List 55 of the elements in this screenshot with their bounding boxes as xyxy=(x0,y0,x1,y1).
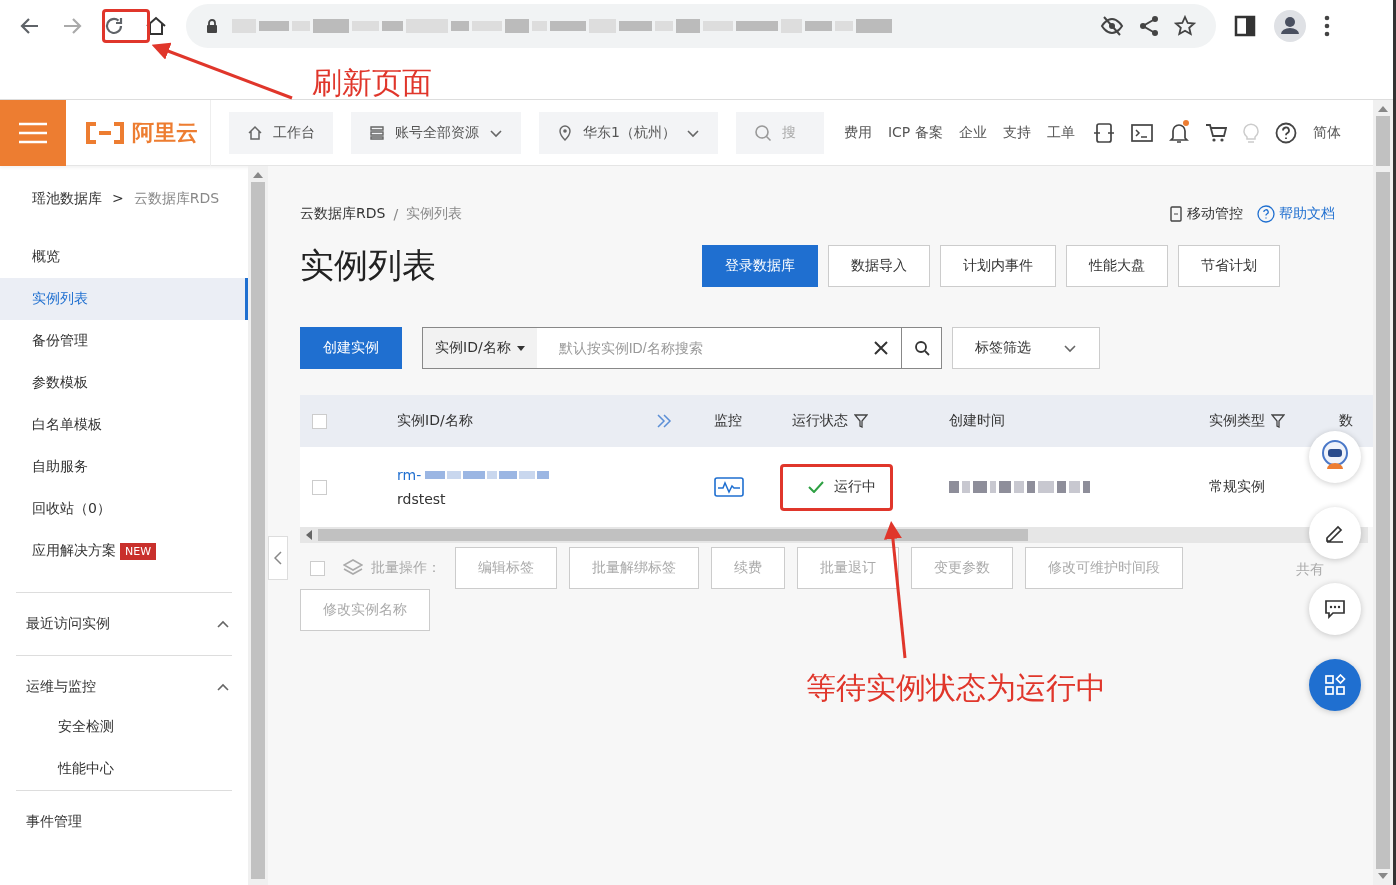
sidebar-item[interactable]: 白名单模板 xyxy=(0,404,248,446)
instance-id-link[interactable]: rm- xyxy=(397,467,550,483)
header-link[interactable]: 费用 xyxy=(843,123,872,142)
total-count: 共有 xyxy=(1296,561,1324,579)
tag-filter-dropdown[interactable]: 标签筛选 xyxy=(952,327,1100,369)
top-link[interactable]: 帮助文档 xyxy=(1257,205,1335,223)
action-button[interactable]: 节省计划 xyxy=(1178,245,1280,287)
breadcrumb-link[interactable]: 瑶池数据库 xyxy=(32,190,102,208)
column-header: 数 xyxy=(1338,412,1354,430)
nav-menu[interactable]: 账号全部资源 xyxy=(351,111,521,154)
breadcrumb-link[interactable]: 云数据库RDS xyxy=(133,190,220,208)
annotation-text: 等待实例状态为运行中 xyxy=(806,669,1106,707)
top-link[interactable]: 移动管控 xyxy=(1169,205,1243,223)
new-badge: NEW xyxy=(120,542,157,560)
search-scope-dropdown[interactable]: 实例ID/名称 xyxy=(423,328,537,368)
sidebar-item[interactable]: 回收站（0） xyxy=(0,488,248,530)
nav-menu[interactable]: 华东1（杭州） xyxy=(539,111,718,154)
instance-name: rdstest xyxy=(397,491,446,507)
sidebar-item[interactable]: 概览 xyxy=(0,236,248,278)
sidebar-item[interactable]: 参数模板 xyxy=(0,362,248,404)
search-field[interactable]: 实例ID/名称 默认按实例ID/名称搜索 xyxy=(422,327,942,369)
action-button[interactable]: 登录数据库 xyxy=(702,245,818,287)
batch-label: 批量操作： xyxy=(371,559,441,577)
sidebar-group[interactable]: 事件管理 xyxy=(0,811,248,833)
sidebar-group[interactable]: 最近访问实例 xyxy=(0,613,248,635)
create-instance-button[interactable]: 创建实例 xyxy=(300,327,402,369)
column-header: 创建时间 xyxy=(948,412,1006,430)
header-link[interactable]: ICP 备案 xyxy=(887,123,943,142)
sidebar-group[interactable]: 运维与监控 xyxy=(0,676,248,698)
header-link[interactable]: 企业 xyxy=(958,123,987,142)
status-cell: 运行中 xyxy=(780,478,937,496)
action-button[interactable]: 性能大盘 xyxy=(1066,245,1168,287)
sidebar-item[interactable]: 安全检测 xyxy=(0,706,248,748)
action-button[interactable]: 数据导入 xyxy=(828,245,930,287)
header-link[interactable]: 支持 xyxy=(1002,123,1031,142)
sidebar-item[interactable]: 实例列表 xyxy=(0,278,248,320)
column-header: 实例类型 xyxy=(1197,412,1327,430)
language-menu[interactable]: 简体 xyxy=(1312,123,1341,142)
page-title: 实例列表 xyxy=(300,244,437,287)
sidebar-item[interactable]: 性能中心 xyxy=(0,748,248,790)
header-link[interactable]: 工单 xyxy=(1046,123,1075,142)
breadcrumb-link[interactable]: 云数据库RDS xyxy=(300,205,386,223)
column-header: 运行状态 xyxy=(780,412,937,430)
sidebar-item[interactable]: 应用解决方案 NEW xyxy=(0,530,248,572)
sidebar-item[interactable]: 备份管理 xyxy=(0,320,248,362)
nav-menu[interactable]: 工作台 xyxy=(229,111,333,154)
column-header: 监控 xyxy=(713,412,743,430)
column-header: 实例ID/名称 xyxy=(385,412,702,430)
action-button[interactable]: 计划内事件 xyxy=(940,245,1056,287)
logo-text: 阿里云 xyxy=(132,118,198,147)
breadcrumb-separator: / xyxy=(393,206,399,222)
breadcrumb-separator: > xyxy=(112,190,124,208)
annotation-text: 刷新页面 xyxy=(312,64,432,102)
sidebar-item[interactable]: 自助服务 xyxy=(0,446,248,488)
instance-type: 常规实例 xyxy=(1208,478,1266,496)
